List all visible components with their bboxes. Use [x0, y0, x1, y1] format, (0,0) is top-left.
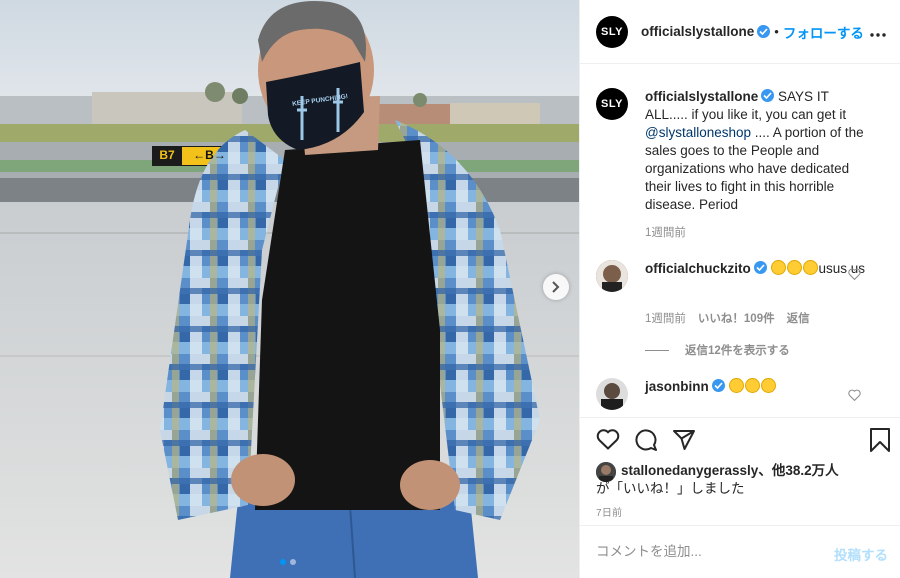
taxiway-sign-location: B7	[159, 148, 175, 162]
comment-bubble-icon[interactable]	[634, 428, 658, 455]
liker-avatar[interactable]	[596, 462, 616, 482]
post-header: SLY officialslystallone • フォローする	[580, 0, 900, 64]
view-replies-button[interactable]: 返信12件を表示する	[645, 342, 790, 358]
post-actions-section: stallonedanygerassly、他38.2万人 が「いいね！」しました…	[580, 417, 900, 578]
clapping-hands-emoji-icon	[760, 378, 776, 393]
verified-badge-icon	[761, 89, 775, 102]
commenter-username[interactable]: officialchuckzito	[645, 261, 751, 276]
instagram-post-modal: KEEP PUNCHING! B7 ←B→ SLY officialslysta…	[0, 0, 900, 578]
add-comment-bar: 投稿する	[580, 525, 900, 578]
comment-body: officialchuckzito usus us	[645, 260, 871, 278]
carousel-indicator	[280, 559, 296, 565]
caption-time[interactable]: 1週間前	[645, 224, 686, 240]
chevron-right-icon	[552, 281, 560, 293]
verified-badge-icon	[757, 25, 771, 38]
add-comment-input[interactable]	[596, 544, 816, 559]
folded-hands-emoji-icon	[786, 260, 802, 275]
likes-suffix: が「いいね！」しました	[596, 481, 745, 496]
carousel-dot-active	[280, 559, 286, 565]
reply-button[interactable]: 返信	[787, 310, 810, 326]
share-paper-plane-icon[interactable]	[672, 428, 696, 455]
comments-list[interactable]: SLY officialslystallone SAYS IT ALL.....…	[580, 65, 900, 417]
commenter-avatar[interactable]	[596, 260, 628, 292]
post-timestamp[interactable]: 7日前	[596, 504, 622, 519]
clapping-hands-emoji-icon	[728, 378, 744, 393]
author-username[interactable]: officialslystallone	[641, 24, 754, 39]
verified-badge-icon	[753, 261, 767, 274]
taxiway-sign-direction: ←B→	[193, 148, 226, 162]
caption-username[interactable]: officialslystallone	[645, 89, 758, 104]
post-sidebar: SLY officialslystallone • フォローする SLY off…	[579, 0, 900, 578]
caption-mention-link[interactable]: @slystalloneshop	[645, 125, 751, 140]
comment-body: jasonbinn	[645, 378, 871, 396]
comment-meta: 1週間前 いいね！109件 返信	[645, 310, 810, 326]
like-heart-icon[interactable]	[596, 428, 620, 453]
more-options-icon[interactable]	[870, 24, 886, 40]
replies-divider	[645, 349, 669, 351]
action-bar	[596, 428, 890, 454]
caption-body: officialslystallone SAYS IT ALL..... if …	[645, 88, 871, 214]
photo-illustration	[0, 0, 579, 578]
verified-badge-icon	[711, 379, 725, 392]
save-bookmark-icon[interactable]	[869, 428, 891, 455]
thumbs-up-emoji-icon	[770, 260, 786, 275]
next-photo-button[interactable]	[543, 274, 569, 300]
likes-others-count[interactable]: 、他38.2万人	[758, 463, 838, 478]
follow-button[interactable]: フォローする	[783, 22, 864, 42]
author-avatar[interactable]: SLY	[596, 15, 628, 48]
clapping-hands-emoji-icon	[744, 378, 760, 393]
carousel-dot	[290, 559, 296, 565]
commenter-avatar[interactable]	[596, 378, 628, 410]
commenter-username[interactable]: jasonbinn	[645, 379, 709, 394]
comment-time[interactable]: 1週間前	[645, 310, 686, 326]
post-comment-button[interactable]: 投稿する	[834, 544, 888, 564]
post-photo: KEEP PUNCHING! B7 ←B→	[0, 0, 579, 578]
view-replies-label: 返信12件を表示する	[685, 345, 790, 357]
comment-likes-count[interactable]: いいね！109件	[698, 310, 775, 326]
hugging-face-emoji-icon	[802, 260, 818, 275]
caption-avatar[interactable]: SLY	[596, 88, 628, 120]
liker-username[interactable]: stallonedanygerassly	[621, 463, 758, 478]
caption-meta: 1週間前	[645, 224, 686, 240]
likes-text: stallonedanygerassly、他38.2万人	[621, 462, 839, 480]
header-separator: •	[774, 24, 779, 39]
